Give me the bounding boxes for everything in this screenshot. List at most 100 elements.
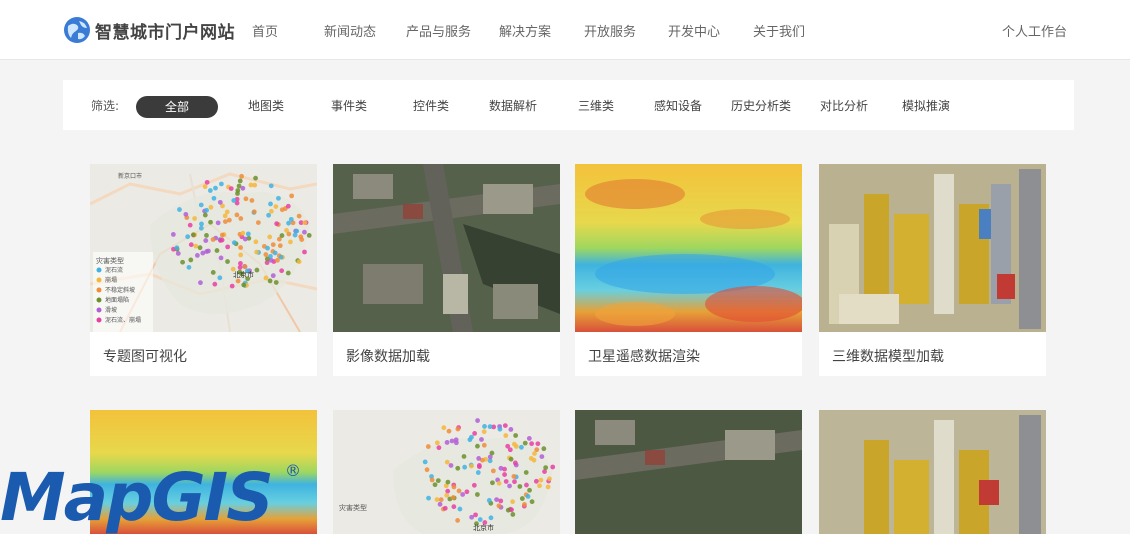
card-row2-2[interactable]: 灾害类型 北京市 — [333, 410, 560, 534]
filter-3d[interactable]: 三维类 — [578, 97, 614, 114]
nav-home[interactable]: 首页 — [252, 21, 278, 40]
map-data-point — [199, 221, 204, 227]
legend-label: 崩塌 — [105, 276, 117, 284]
card-3d-model[interactable]: 三维数据模型加载 — [819, 164, 1046, 376]
legend-label: 滑坡 — [105, 306, 117, 314]
map-data-point — [219, 237, 225, 243]
map-data-point — [278, 254, 284, 260]
card-thumbnail — [819, 410, 1046, 534]
filter-all[interactable]: 全部 — [136, 96, 218, 118]
nav-solutions[interactable]: 解决方案 — [499, 21, 551, 40]
map-data-point — [456, 488, 462, 494]
map-data-point — [455, 465, 461, 471]
map-data-point — [502, 423, 508, 428]
map-data-point — [445, 488, 451, 494]
card-title: 卫星遥感数据渲染 — [588, 349, 700, 365]
map-data-point — [496, 480, 502, 486]
map-data-point — [243, 196, 249, 202]
map-data-point — [204, 179, 210, 185]
filter-map[interactable]: 地图类 — [248, 97, 284, 114]
map-data-point — [238, 252, 244, 258]
map-data-point — [235, 278, 241, 284]
nav-open-services[interactable]: 开放服务 — [584, 21, 636, 40]
map-data-point — [224, 209, 230, 215]
nav-about[interactable]: 关于我们 — [753, 21, 805, 40]
map-data-point — [263, 252, 269, 257]
filter-bar: 筛选: 全部 地图类 事件类 控件类 数据解析 三维类 感知设备 历史分析类 对… — [63, 80, 1074, 130]
filter-sensor[interactable]: 感知设备 — [654, 97, 702, 114]
map-data-point — [225, 244, 231, 250]
card-row2-3[interactable] — [575, 410, 802, 534]
mapgis-watermark-logo: MapGIS ® — [0, 459, 301, 534]
map-data-point — [248, 182, 254, 188]
map-data-point — [526, 435, 532, 441]
map-data-point — [263, 275, 269, 281]
workspace-link[interactable]: 个人工作台 — [1002, 21, 1067, 40]
legend-swatch — [96, 287, 102, 293]
filter-control[interactable]: 控件类 — [413, 97, 449, 114]
map-data-point — [237, 178, 243, 184]
nav-products[interactable]: 产品与服务 — [406, 21, 471, 40]
map-data-point — [464, 489, 470, 495]
map-data-point — [522, 502, 527, 507]
map-data-point — [498, 465, 504, 471]
map-data-point — [245, 231, 251, 237]
map-data-point — [306, 232, 312, 238]
map-data-point — [204, 207, 209, 213]
map-data-point — [529, 499, 535, 505]
map-data-point — [487, 424, 493, 430]
filter-data-parse[interactable]: 数据解析 — [489, 97, 537, 114]
filter-event[interactable]: 事件类 — [331, 97, 367, 114]
map-data-point — [547, 476, 552, 482]
nav-dev-center[interactable]: 开发中心 — [668, 21, 720, 40]
map-data-point — [519, 444, 524, 450]
map-data-point — [274, 221, 280, 227]
map-data-point — [217, 275, 223, 281]
filter-compare[interactable]: 对比分析 — [820, 97, 868, 114]
card-remote-sensing[interactable]: 卫星遥感数据渲染 — [575, 164, 802, 376]
map-data-point — [228, 186, 234, 191]
map-data-point — [471, 482, 477, 488]
map-data-point — [202, 212, 208, 218]
map-data-point — [444, 492, 450, 498]
card-row2-4[interactable] — [819, 410, 1046, 534]
card-thumbnail: 灾害类型 泥石流 崩塌 不稳定斜坡 地面塌陷 滑坡 泥石流、崩塌 北京市 新京口市 — [90, 164, 317, 332]
site-logo[interactable]: 智慧城市门户网站 — [63, 15, 235, 45]
legend-label: 泥石流 — [105, 266, 123, 274]
map-data-point — [503, 479, 509, 484]
map-data-point — [441, 425, 447, 431]
filter-label: 筛选: — [91, 99, 120, 113]
map-data-point — [507, 483, 512, 489]
map-data-point — [543, 465, 549, 471]
map-data-point — [213, 185, 218, 191]
map-data-point — [502, 472, 507, 477]
map-data-point — [510, 499, 516, 505]
legend-label: 泥石流、崩塌 — [105, 316, 141, 324]
filter-simulation[interactable]: 模拟推演 — [902, 97, 950, 114]
map-data-point — [451, 504, 457, 510]
card-thematic-map[interactable]: 灾害类型 泥石流 崩塌 不稳定斜坡 地面塌陷 滑坡 泥石流、崩塌 北京市 新京口市 专题图… — [90, 164, 317, 376]
map-data-point — [511, 474, 517, 479]
3d-city-image — [864, 415, 1041, 534]
nav-news[interactable]: 新闻动态 — [324, 21, 376, 40]
card-thumbnail — [575, 410, 802, 534]
map-data-point — [512, 460, 518, 466]
map-data-point — [445, 479, 451, 485]
map-data-point — [539, 454, 545, 459]
map-data-point — [215, 220, 221, 226]
card-thumbnail — [575, 164, 802, 332]
filter-history[interactable]: 历史分析类 — [731, 97, 791, 114]
map-data-point — [277, 243, 283, 249]
map-data-point — [188, 242, 194, 248]
map-data-point — [299, 237, 305, 242]
map-data-point — [194, 252, 200, 258]
map-data-point — [490, 468, 496, 474]
map-data-point — [289, 193, 295, 199]
map-data-point — [286, 231, 292, 237]
map-data-point — [425, 444, 431, 449]
card-imagery-loading[interactable]: 影像数据加载 — [333, 164, 560, 376]
top-header: 智慧城市门户网站 首页 新闻动态 产品与服务 解决方案 开放服务 开发中心 关于… — [0, 0, 1130, 60]
map-data-point — [264, 256, 270, 262]
map-data-point — [481, 442, 487, 448]
map-data-point — [208, 204, 214, 210]
